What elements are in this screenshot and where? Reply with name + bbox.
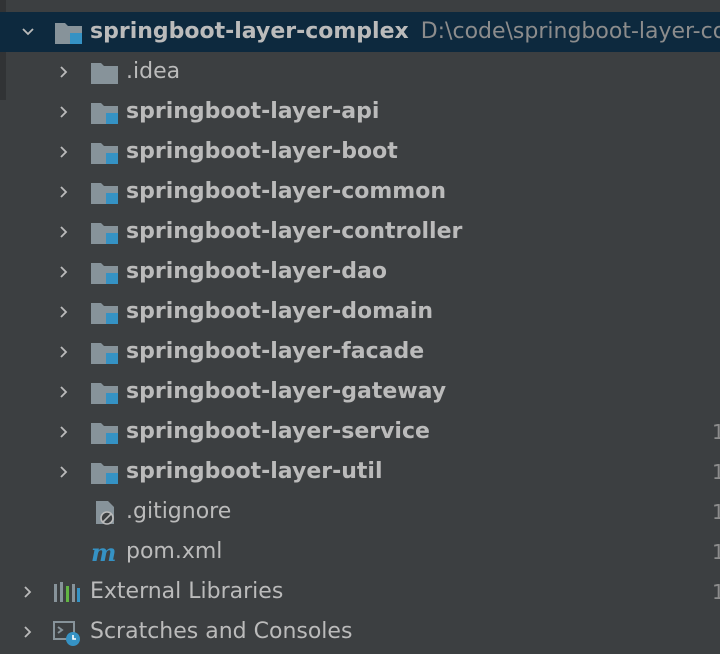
libraries-icon xyxy=(52,580,82,606)
project-tree[interactable]: springboot-layer-complex D:\code\springbo… xyxy=(0,12,720,652)
external-libraries-label: External Libraries xyxy=(90,579,284,604)
module-folder-icon xyxy=(90,180,120,206)
chevron-right-icon[interactable] xyxy=(18,622,38,642)
tree-row-item[interactable]: .idea xyxy=(0,52,720,92)
tree-item-label: springboot-layer-controller xyxy=(126,219,463,244)
project-path: D:\code\springboot-layer-complex xyxy=(420,19,720,44)
gutter-digit: 1 xyxy=(712,460,720,484)
tree-row-item[interactable]: springboot-layer-common xyxy=(0,172,720,212)
gutter-digit: 1 xyxy=(712,540,720,564)
chevron-right-icon[interactable] xyxy=(54,462,74,482)
tree-item-label: pom.xml xyxy=(126,539,223,564)
tree-row-external-libraries[interactable]: External Libraries xyxy=(0,572,720,612)
chevron-right-icon[interactable] xyxy=(54,342,74,362)
tree-item-label: springboot-layer-service xyxy=(126,419,430,444)
tree-row-item[interactable]: springboot-layer-util xyxy=(0,452,720,492)
chevron-right-icon[interactable] xyxy=(54,302,74,322)
tree-item-label: springboot-layer-dao xyxy=(126,259,387,284)
tree-row-item[interactable]: .gitignore xyxy=(0,492,720,532)
scratches-icon xyxy=(52,620,82,646)
chevron-right-icon[interactable] xyxy=(18,582,38,602)
tree-row-item[interactable]: springboot-layer-api xyxy=(0,92,720,132)
chevron-right-icon[interactable] xyxy=(54,222,74,242)
tree-item-label: springboot-layer-api xyxy=(126,99,380,124)
chevron-right-icon[interactable] xyxy=(54,102,74,122)
tree-item-label: springboot-layer-common xyxy=(126,179,446,204)
tree-row-item[interactable]: springboot-layer-domain xyxy=(0,292,720,332)
gutter-digit: 1 xyxy=(712,580,720,604)
gutter-digit: 1 xyxy=(712,500,720,524)
tree-row-scratches[interactable]: Scratches and Consoles xyxy=(0,612,720,652)
project-name: springboot-layer-complex xyxy=(90,19,409,44)
tree-row-item[interactable]: springboot-layer-facade xyxy=(0,332,720,372)
tree-row-item[interactable]: springboot-layer-controller xyxy=(0,212,720,252)
module-folder-icon xyxy=(90,340,120,366)
tree-item-label: springboot-layer-domain xyxy=(126,299,434,324)
chevron-right-icon[interactable] xyxy=(54,142,74,162)
scratches-label: Scratches and Consoles xyxy=(90,619,353,644)
svg-text:m: m xyxy=(91,540,116,566)
tree-row-item[interactable]: m pom.xml xyxy=(0,532,720,572)
chevron-right-icon[interactable] xyxy=(54,422,74,442)
tree-item-label: springboot-layer-util xyxy=(126,459,383,484)
tree-item-label: springboot-layer-boot xyxy=(126,139,398,164)
gutter-digit: 1 xyxy=(712,420,720,444)
module-folder-icon xyxy=(90,260,120,286)
tree-row-project-root[interactable]: springboot-layer-complex D:\code\springbo… xyxy=(0,12,720,52)
module-folder-icon xyxy=(90,300,120,326)
maven-icon: m xyxy=(90,540,120,566)
module-folder-icon xyxy=(90,380,120,406)
tree-item-label: springboot-layer-facade xyxy=(126,339,425,364)
gitignore-file-icon xyxy=(90,500,120,526)
module-folder-icon xyxy=(54,20,84,46)
tree-item-label: .idea xyxy=(126,59,181,84)
tree-row-item[interactable]: springboot-layer-dao xyxy=(0,252,720,292)
chevron-down-icon[interactable] xyxy=(18,22,38,42)
tree-item-label: springboot-layer-gateway xyxy=(126,379,447,404)
chevron-right-icon[interactable] xyxy=(54,182,74,202)
module-folder-icon xyxy=(90,140,120,166)
folder-icon xyxy=(90,60,120,86)
module-folder-icon xyxy=(90,220,120,246)
tree-item-label: .gitignore xyxy=(126,499,232,524)
chevron-right-icon[interactable] xyxy=(54,262,74,282)
module-folder-icon xyxy=(90,420,120,446)
tree-row-item[interactable]: springboot-layer-service xyxy=(0,412,720,452)
project-root-label: springboot-layer-complex D:\code\springbo… xyxy=(90,12,720,52)
tree-row-item[interactable]: springboot-layer-gateway xyxy=(0,372,720,412)
chevron-right-icon[interactable] xyxy=(54,62,74,82)
tree-row-item[interactable]: springboot-layer-boot xyxy=(0,132,720,172)
chevron-right-icon[interactable] xyxy=(54,382,74,402)
module-folder-icon xyxy=(90,100,120,126)
module-folder-icon xyxy=(90,460,120,486)
